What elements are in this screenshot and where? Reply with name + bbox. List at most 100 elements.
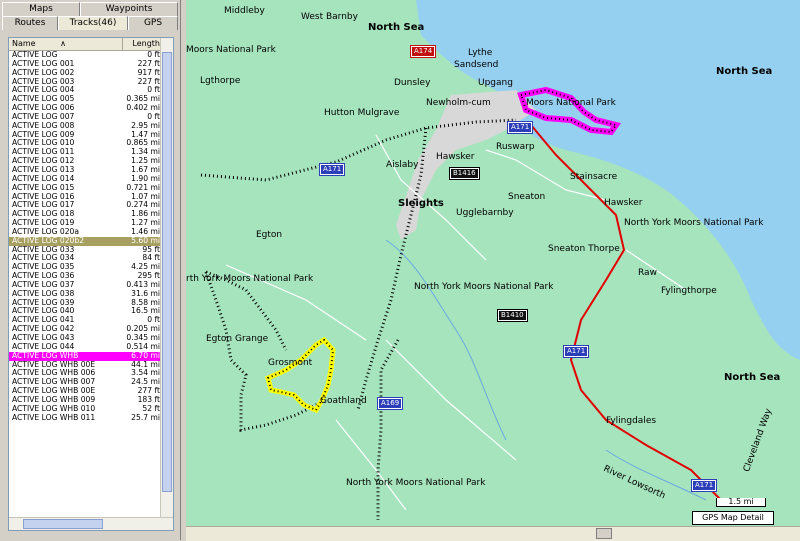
track-row[interactable]: ACTIVE LOG 020b2 5.60 mi: [9, 236, 162, 246]
track-row[interactable]: ACTIVE LOG WHB 007 24.5 mi: [9, 378, 162, 387]
tab-routes[interactable]: Routes: [2, 16, 58, 30]
track-row[interactable]: ACTIVE LOG 008 2.95 mi: [9, 122, 162, 131]
track-length: 2.95 mi: [131, 121, 160, 130]
place-label: Ugglebarnby: [456, 208, 514, 218]
track-row[interactable]: ACTIVE LOG WHB 011 25.7 mi: [9, 414, 162, 423]
track-row[interactable]: ACTIVE LOG 013 1.67 mi: [9, 166, 162, 175]
track-name: ACTIVE LOG: [12, 51, 58, 59]
tab-tracks[interactable]: Tracks(46): [58, 16, 128, 30]
track-row[interactable]: ACTIVE LOG 014 1.90 mi: [9, 175, 162, 184]
gps-track-black: [200, 118, 517, 520]
column-name-header[interactable]: Name ∧: [9, 38, 123, 50]
track-row[interactable]: ACTIVE LOG 009 1.47 mi: [9, 131, 162, 140]
track-row[interactable]: ACTIVE LOG 007 0 ft: [9, 113, 162, 122]
track-row[interactable]: ACTIVE LOG 011 1.34 mi: [9, 148, 162, 157]
track-length: 5.60 mi: [131, 236, 160, 245]
track-length: 1.07 mi: [131, 192, 160, 201]
place-label: Upgang: [478, 78, 513, 88]
minor-roads: [225, 134, 687, 511]
scroll-thumb[interactable]: [596, 528, 612, 539]
track-length: 0 ft: [147, 316, 160, 325]
track-row[interactable]: ACTIVE LOG 037 0.413 mi: [9, 281, 162, 290]
track-list-header: Name ∧ Length: [9, 38, 162, 51]
tab-maps[interactable]: Maps: [2, 2, 80, 16]
track-row[interactable]: ACTIVE LOG WHB 00E 44.1 mi: [9, 361, 162, 370]
vertical-scrollbar[interactable]: [160, 38, 173, 518]
track-length: 277 ft: [137, 387, 160, 396]
track-row[interactable]: ACTIVE LOG WHB 010 52 ft: [9, 405, 162, 414]
track-row[interactable]: ACTIVE LOG 043 0.345 mi: [9, 334, 162, 343]
track-length: 3.54 mi: [131, 369, 160, 378]
scroll-thumb[interactable]: [23, 519, 103, 529]
scroll-thumb[interactable]: [162, 52, 172, 492]
track-row[interactable]: ACTIVE LOG 017 0.274 mi: [9, 201, 162, 210]
track-row[interactable]: ACTIVE LOG 006 0.402 mi: [9, 104, 162, 113]
track-row[interactable]: ACTIVE LOG 005 0.365 mi: [9, 95, 162, 104]
place-label: Grosmont: [268, 358, 313, 368]
track-row[interactable]: ACTIVE LOG 038 31.6 mi: [9, 290, 162, 299]
track-length: 1.46 mi: [131, 227, 160, 236]
track-row[interactable]: ACTIVE LOG 019 1.27 mi: [9, 219, 162, 228]
track-name: ACTIVE LOG 037: [12, 280, 75, 289]
track-name: ACTIVE LOG WHB 007: [12, 378, 96, 387]
track-row[interactable]: ACTIVE LOG 0 ft: [9, 51, 162, 60]
place-label: Lgthorpe: [200, 76, 241, 86]
track-row[interactable]: ACTIVE LOG WHB 009 183 ft: [9, 396, 162, 405]
track-row[interactable]: ACTIVE LOG 001 227 ft: [9, 60, 162, 69]
map-view[interactable]: Middleby West Barnby North Sea Moors Nat…: [186, 0, 800, 526]
track-row[interactable]: ACTIVE LOG 035 4.25 mi: [9, 263, 162, 272]
place-label: Lythe: [468, 48, 493, 58]
track-length: 0.365 mi: [126, 95, 160, 104]
track-name: ACTIVE LOG 014: [12, 174, 75, 183]
track-row[interactable]: ACTIVE LOG 012 1.25 mi: [9, 157, 162, 166]
track-row[interactable]: ACTIVE LOG 044 0.514 mi: [9, 343, 162, 352]
track-row[interactable]: ACTIVE LOG 020a 1.46 mi: [9, 228, 162, 237]
track-row[interactable]: ACTIVE LOG 033 95 ft: [9, 246, 162, 255]
track-row[interactable]: ACTIVE LOG 034 84 ft: [9, 254, 162, 263]
track-row[interactable]: ACTIVE LOG 041 0 ft: [9, 316, 162, 325]
track-row[interactable]: ACTIVE LOG 042 0.205 mi: [9, 325, 162, 334]
place-label: Moors National Park: [186, 45, 276, 55]
track-length: 0 ft: [147, 86, 160, 95]
tab-row-bottom: Routes Tracks(46) GPS: [2, 16, 178, 30]
track-row[interactable]: ACTIVE LOG 015 0.721 mi: [9, 184, 162, 193]
track-length: 0 ft: [147, 51, 160, 59]
track-name: ACTIVE LOG 015: [12, 183, 75, 192]
place-label: North Sea: [368, 22, 425, 33]
track-row[interactable]: ACTIVE LOG 004 0 ft: [9, 86, 162, 95]
track-length: 0.721 mi: [126, 183, 160, 192]
track-name: ACTIVE LOG 016: [12, 192, 75, 201]
track-name: ACTIVE LOG 035: [12, 263, 75, 272]
track-name: ACTIVE LOG 011: [12, 148, 75, 157]
track-row[interactable]: ACTIVE LOG 036 295 ft: [9, 272, 162, 281]
track-row[interactable]: ACTIVE LOG WHB 006 3.54 mi: [9, 369, 162, 378]
column-name-label: Name: [12, 39, 36, 48]
map-horizontal-scrollbar[interactable]: [186, 526, 800, 541]
track-name: ACTIVE LOG 018: [12, 210, 75, 219]
place-label: Goathland: [320, 396, 367, 406]
place-label: Stainsacre: [570, 172, 618, 182]
track-row[interactable]: ACTIVE LOG WHB 6.70 mi: [9, 351, 162, 361]
road-shield: A169: [376, 397, 404, 410]
track-row[interactable]: ACTIVE LOG 039 8.58 mi: [9, 299, 162, 308]
track-row[interactable]: ACTIVE LOG 010 0.865 mi: [9, 139, 162, 148]
track-row[interactable]: ACTIVE LOG WHB 00E 277 ft: [9, 387, 162, 396]
track-row[interactable]: ACTIVE LOG 040 16.5 mi: [9, 307, 162, 316]
track-row[interactable]: ACTIVE LOG 018 1.86 mi: [9, 210, 162, 219]
track-row[interactable]: ACTIVE LOG 002 917 ft: [9, 69, 162, 78]
place-label: Middleby: [224, 6, 265, 16]
track-row[interactable]: ACTIVE LOG 016 1.07 mi: [9, 193, 162, 202]
track-row[interactable]: ACTIVE LOG 003 227 ft: [9, 78, 162, 87]
tab-gps[interactable]: GPS: [128, 16, 178, 30]
horizontal-scrollbar[interactable]: [9, 517, 173, 530]
tab-waypoints[interactable]: Waypoints: [80, 2, 178, 16]
place-label: Fylingdales: [606, 416, 657, 426]
gps-map-detail-button[interactable]: GPS Map Detail: [692, 511, 774, 525]
column-length-header[interactable]: Length: [123, 38, 162, 50]
track-name: ACTIVE LOG WHB 010: [12, 404, 96, 413]
track-name: ACTIVE LOG 005: [12, 95, 75, 104]
track-name: ACTIVE LOG 020a: [12, 227, 80, 236]
scale-bar: 1.5 mi: [716, 498, 766, 507]
place-label: Sneaton Thorpe: [548, 244, 620, 254]
track-list[interactable]: Name ∧ Length ACTIVE LOG 0 ft ACTIVE LOG 0…: [8, 37, 174, 531]
